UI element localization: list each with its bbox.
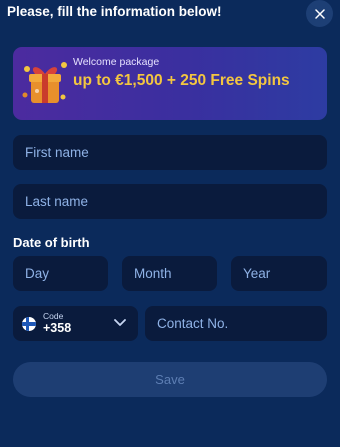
- close-icon: [314, 8, 325, 19]
- close-button[interactable]: [306, 0, 333, 27]
- last-name-field[interactable]: Last name: [13, 184, 327, 219]
- phone-code-label: Code: [43, 311, 64, 321]
- contact-number-field[interactable]: Contact No.: [145, 306, 327, 341]
- finland-flag-icon: [22, 317, 36, 331]
- dob-label: Date of birth: [13, 235, 90, 250]
- save-button-label: Save: [155, 372, 185, 387]
- dob-year-field[interactable]: Year: [231, 256, 327, 291]
- first-name-field[interactable]: First name: [13, 135, 327, 170]
- gift-box-icon: [22, 62, 67, 103]
- last-name-placeholder: Last name: [25, 194, 89, 209]
- dob-month-field[interactable]: Month: [122, 256, 217, 291]
- dob-year-placeholder: Year: [243, 266, 271, 281]
- dob-day-field[interactable]: Day: [13, 256, 108, 291]
- promo-subtitle: Welcome package: [73, 56, 160, 68]
- form-title: Please, fill the information below!: [7, 4, 222, 19]
- chevron-down-icon: [114, 319, 126, 326]
- phone-code-value: +358: [43, 321, 72, 335]
- promo-headline: up to €1,500 + 250 Free Spins: [73, 72, 290, 89]
- dob-day-placeholder: Day: [25, 266, 50, 281]
- welcome-promo-banner: Welcome package up to €1,500 + 250 Free …: [13, 47, 327, 120]
- phone-code-select[interactable]: Code +358: [13, 306, 138, 341]
- first-name-placeholder: First name: [25, 145, 89, 160]
- save-button[interactable]: Save: [13, 362, 327, 397]
- dob-month-placeholder: Month: [134, 266, 172, 281]
- contact-number-placeholder: Contact No.: [157, 316, 229, 331]
